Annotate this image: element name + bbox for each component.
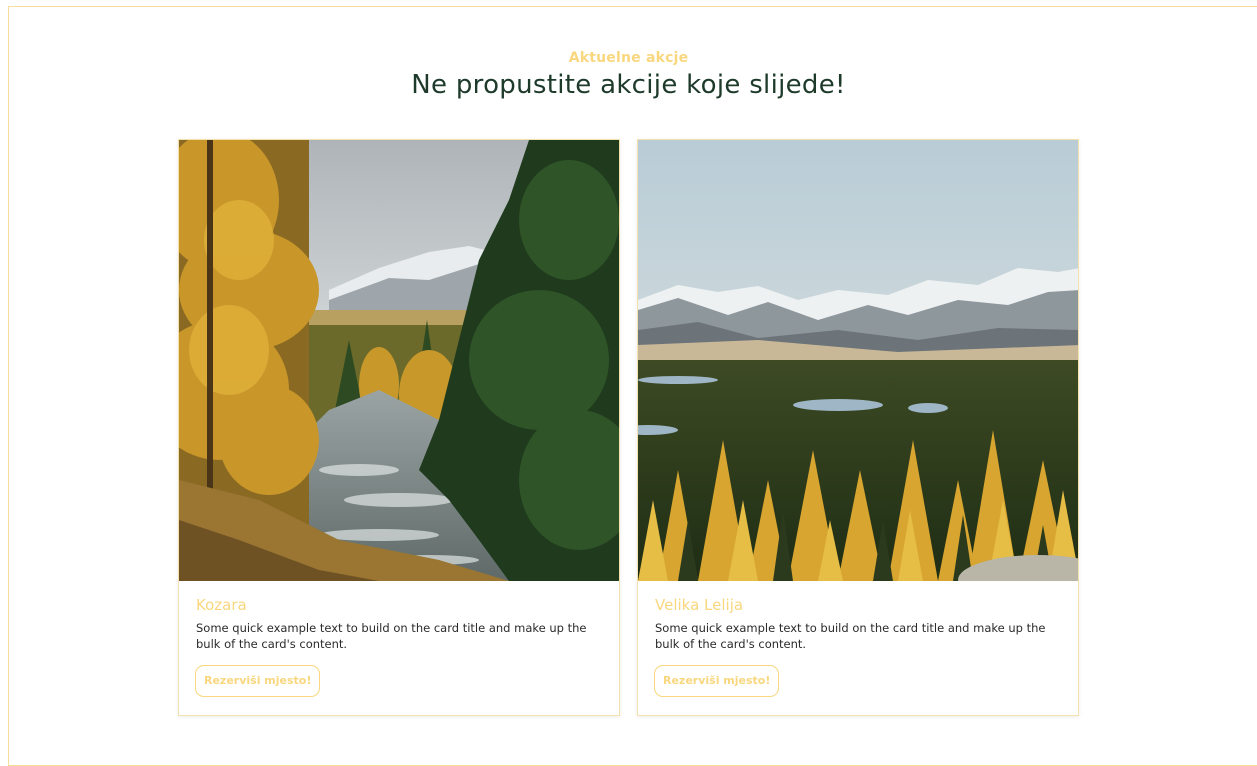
reserve-button[interactable]: Rezerviši mjesto! xyxy=(654,665,780,697)
card-velika-lelija: Velika Lelija Some quick example text to… xyxy=(637,139,1079,716)
card-image-valley xyxy=(638,140,1078,581)
card-title: Kozara xyxy=(196,596,247,614)
card-text: Some quick example text to build on the … xyxy=(655,621,1046,651)
section-header: Aktuelne akcje Ne propustite akcije koje… xyxy=(0,50,1257,102)
card-text: Some quick example text to build on the … xyxy=(196,621,587,651)
section-eyebrow: Aktuelne akcje xyxy=(568,50,689,66)
card-image-river xyxy=(179,140,619,581)
card-title: Velika Lelija xyxy=(655,596,744,614)
section-headline: Ne propustite akcije koje slijede! xyxy=(411,70,846,100)
reserve-button[interactable]: Rezerviši mjesto! xyxy=(195,665,321,697)
card-kozara: Kozara Some quick example text to build … xyxy=(178,139,620,716)
